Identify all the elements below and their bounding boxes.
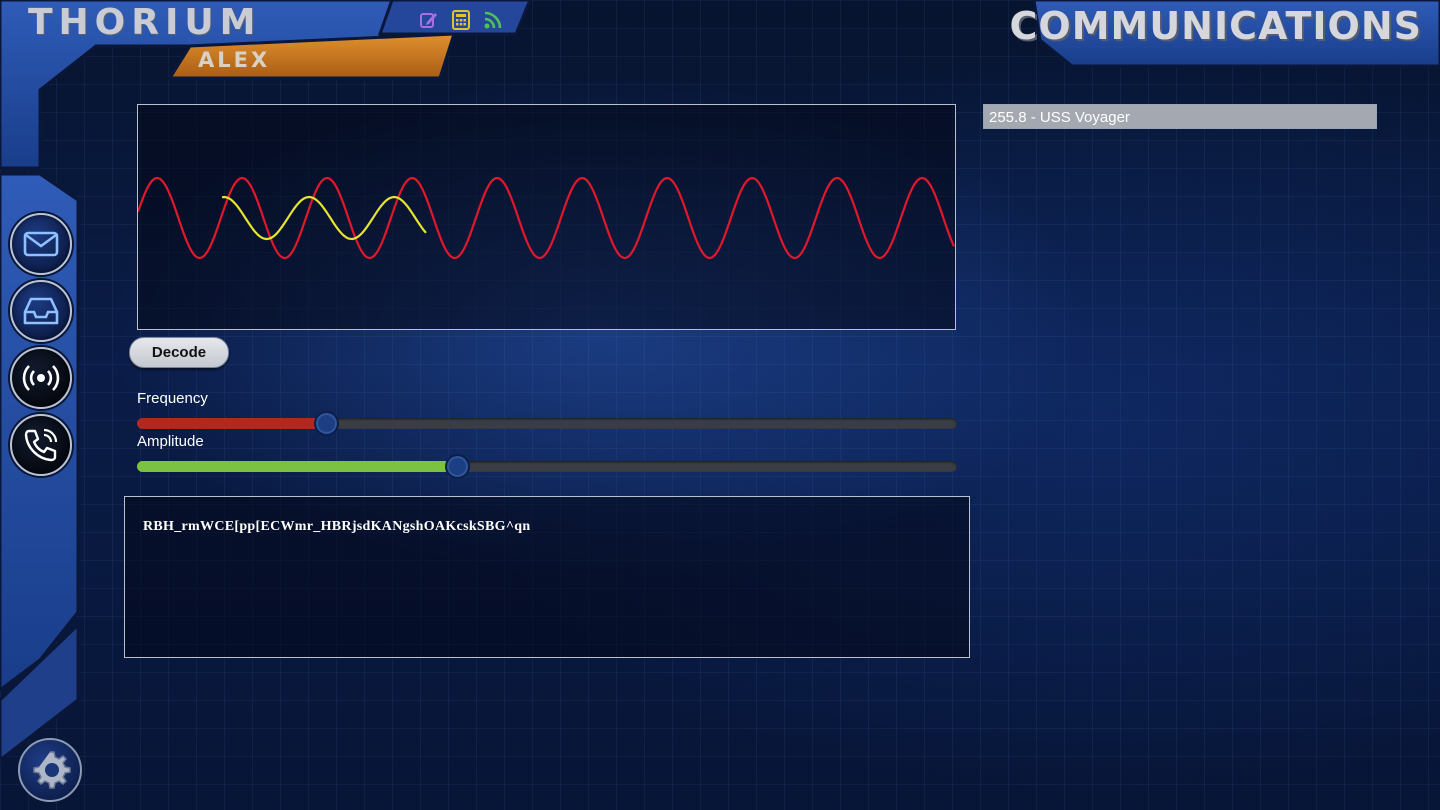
amplitude-slider-thumb[interactable] xyxy=(444,454,470,479)
frequency-slider-fill xyxy=(137,418,326,429)
sidebar-item-messages[interactable] xyxy=(10,213,72,275)
rss-feed-icon[interactable] xyxy=(483,10,503,30)
decoded-message-text: RBH_rmWCE[pp[ECWmr_HBRjsdKANgshOAKcskSBG… xyxy=(143,519,531,534)
inbox-icon xyxy=(23,297,59,325)
frequency-slider[interactable] xyxy=(137,411,957,436)
user-name: ALEX xyxy=(198,48,271,72)
frequency-label: Frequency xyxy=(137,390,208,407)
decoded-message-output: RBH_rmWCE[pp[ECWmr_HBRjsdKANgshOAKcskSBG… xyxy=(124,496,970,658)
amplitude-slider[interactable] xyxy=(137,454,957,479)
sidebar-item-broadcast[interactable] xyxy=(10,347,72,409)
amplitude-slider-fill xyxy=(137,461,457,472)
waveform-display xyxy=(137,104,956,330)
broadcast-icon xyxy=(22,365,60,391)
station-title: COMMUNICATIONS xyxy=(1009,4,1422,48)
app-brand: THORIUM xyxy=(28,2,262,43)
waveform-canvas xyxy=(138,176,955,260)
signal-waveform xyxy=(138,176,955,260)
sidebar-item-phone[interactable] xyxy=(10,414,72,476)
calculator-icon[interactable] xyxy=(451,10,471,30)
sidebar-item-inbox[interactable] xyxy=(10,280,72,342)
stage: THORIUM ALEX COMMUNICATIONS Decode Frequ… xyxy=(0,0,1440,810)
settings-gear-icon xyxy=(33,751,71,789)
decode-button[interactable]: Decode xyxy=(129,337,229,368)
edit-icon[interactable] xyxy=(419,10,439,30)
settings-button[interactable] xyxy=(18,738,82,802)
mail-icon xyxy=(23,231,59,257)
phone-icon xyxy=(24,428,58,462)
amplitude-label: Amplitude xyxy=(137,433,204,450)
frequency-slider-thumb[interactable] xyxy=(313,411,339,436)
channel-select[interactable]: 255.8 - USS Voyager xyxy=(983,104,1377,129)
